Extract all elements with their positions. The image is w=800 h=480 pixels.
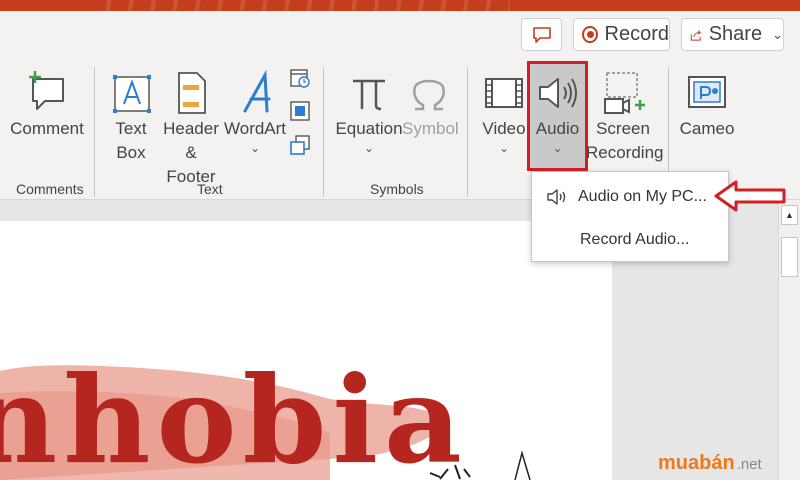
chevron-down-icon: ⌄ xyxy=(363,141,375,155)
header-footer-button[interactable]: Header & Footer xyxy=(160,63,222,189)
comments-pane-button[interactable] xyxy=(521,18,562,51)
omega-icon xyxy=(413,79,445,111)
header-footer-icon xyxy=(178,72,206,114)
cameo-button[interactable]: Cameo xyxy=(678,63,736,141)
symbol-button[interactable]: Symbol xyxy=(402,63,459,141)
film-strip-icon xyxy=(485,78,523,108)
group-label-text: Text xyxy=(197,181,223,197)
symbol-label: Symbol xyxy=(402,119,459,138)
equation-button[interactable]: Equation ⌄ xyxy=(334,63,404,155)
record-audio-label: Record Audio... xyxy=(580,231,690,248)
scroll-thumb[interactable] xyxy=(781,237,798,277)
watermark-tld: .net xyxy=(736,456,762,473)
slide-title-text: nhobia xyxy=(0,350,468,480)
group-label-symbols: Symbols xyxy=(370,181,424,197)
chevron-down-icon: ⌄ xyxy=(498,141,510,155)
cameo-icon xyxy=(688,76,726,108)
wordart-button[interactable]: WordArt ⌄ xyxy=(224,63,286,155)
group-label-comments: Comments xyxy=(16,181,84,197)
pi-icon xyxy=(353,79,385,111)
cameo-label: Cameo xyxy=(679,119,735,138)
comment-label: Comment xyxy=(10,119,84,138)
annotation-arrow-icon xyxy=(714,180,786,212)
screen-recording-icon xyxy=(604,72,645,114)
slide-canvas[interactable]: nhobia xyxy=(0,221,612,480)
speaker-icon xyxy=(538,78,577,108)
comment-icon xyxy=(532,26,551,43)
record-icon xyxy=(582,26,598,43)
top-bar: Record Share ⌄ xyxy=(0,11,800,63)
screen-recording-label-line1: Screen xyxy=(596,119,650,138)
date-time-icon[interactable] xyxy=(289,67,311,89)
wordart-icon xyxy=(243,69,271,113)
text-box-label-line1: Text xyxy=(115,119,147,138)
chevron-down-icon[interactable]: ⌄ xyxy=(772,27,783,43)
video-label: Video xyxy=(482,119,526,138)
audio-dropdown-menu: Audio on My PC... Record Audio... xyxy=(531,171,729,262)
new-comment-button[interactable]: Comment xyxy=(8,63,86,141)
screen-recording-label-line2: Recording xyxy=(586,143,664,162)
record-audio-item[interactable]: Record Audio... xyxy=(532,220,728,260)
audio-on-my-pc-label: Audio on My PC... xyxy=(578,188,707,205)
screen-recording-button[interactable]: Screen Recording xyxy=(586,63,664,165)
group-divider xyxy=(323,67,324,197)
watermark-brand: muabán xyxy=(658,452,735,474)
header-footer-label-line1: Header xyxy=(163,119,219,138)
record-label: Record xyxy=(604,23,669,45)
text-box-icon xyxy=(113,75,151,113)
chevron-down-icon: ⌄ xyxy=(249,141,261,155)
group-divider xyxy=(94,67,95,197)
speaker-icon xyxy=(547,189,566,205)
watermark: muabán .net xyxy=(658,452,762,475)
audio-button[interactable]: Audio ⌄ xyxy=(530,63,585,155)
chevron-down-icon: ⌄ xyxy=(552,141,563,155)
object-icon[interactable] xyxy=(289,134,311,156)
video-button[interactable]: Video ⌄ xyxy=(478,63,530,155)
share-icon xyxy=(690,29,701,41)
equation-label: Equation xyxy=(335,119,403,138)
record-button[interactable]: Record xyxy=(573,18,670,51)
slide-number-icon[interactable] xyxy=(289,100,311,122)
vertical-scrollbar[interactable]: ▲ xyxy=(778,200,800,480)
audio-label: Audio xyxy=(535,119,580,138)
text-box-label-line2: Box xyxy=(116,143,146,162)
share-label: Share xyxy=(708,23,763,45)
title-bar xyxy=(0,0,800,11)
text-box-button[interactable]: Text Box xyxy=(104,63,158,165)
new-comment-icon xyxy=(29,71,64,110)
share-button[interactable]: Share ⌄ xyxy=(681,18,784,51)
wordart-label: WordArt xyxy=(224,119,287,138)
group-divider xyxy=(467,67,468,197)
audio-on-my-pc-item[interactable]: Audio on My PC... xyxy=(532,177,728,217)
